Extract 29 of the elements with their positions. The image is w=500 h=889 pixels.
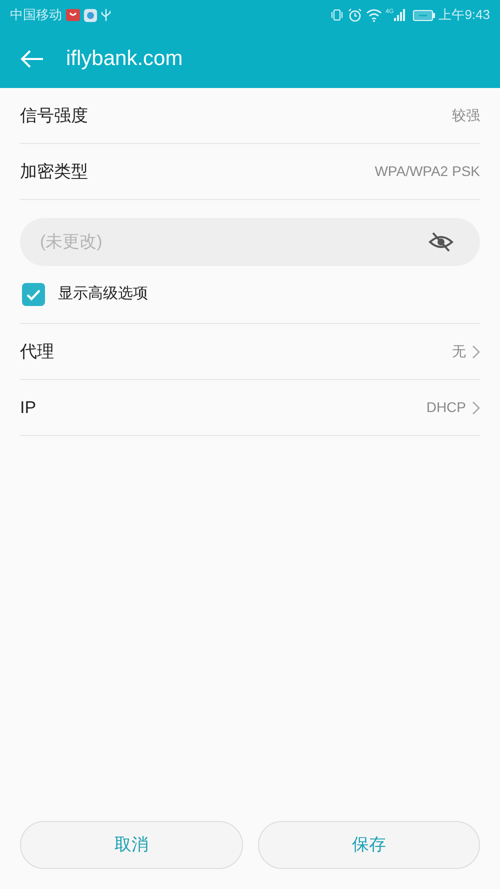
carrier-name: 中国移动	[10, 6, 62, 24]
row-value: 较强	[452, 106, 480, 125]
vibrate-icon	[330, 8, 344, 22]
row-value: WPA/WPA2 PSK	[374, 162, 480, 181]
chevron-right-icon	[472, 400, 480, 414]
wifi-icon	[366, 8, 382, 22]
battery-icon	[412, 10, 435, 20]
row-value: DHCP	[426, 398, 466, 417]
hidden-eye-icon[interactable]	[428, 231, 454, 253]
advanced-options-checkbox[interactable]	[22, 283, 45, 306]
chevron-right-icon	[472, 344, 480, 358]
clock-time: 上午9:43	[438, 6, 490, 24]
row-value: 无	[452, 342, 466, 361]
usb-icon	[101, 8, 111, 22]
signal-icon	[394, 9, 405, 21]
row-label: 代理	[20, 340, 55, 363]
row-label: 信号强度	[20, 104, 89, 127]
network-name-title: iflybank.com	[66, 46, 183, 72]
app-icon	[84, 8, 97, 22]
alarm-icon	[348, 8, 362, 22]
notification-icon	[66, 8, 80, 22]
password-field[interactable]: (未更改)	[20, 218, 480, 266]
advanced-options-label: 显示高级选项	[58, 284, 148, 304]
back-arrow-icon[interactable]	[20, 49, 44, 69]
settings-row[interactable]: IP DHCP	[20, 380, 480, 436]
settings-row[interactable]: 代理 无	[20, 324, 480, 380]
checkmark-icon	[26, 288, 41, 300]
row-label: IP	[20, 396, 38, 419]
row-label: 加密类型	[20, 160, 89, 183]
